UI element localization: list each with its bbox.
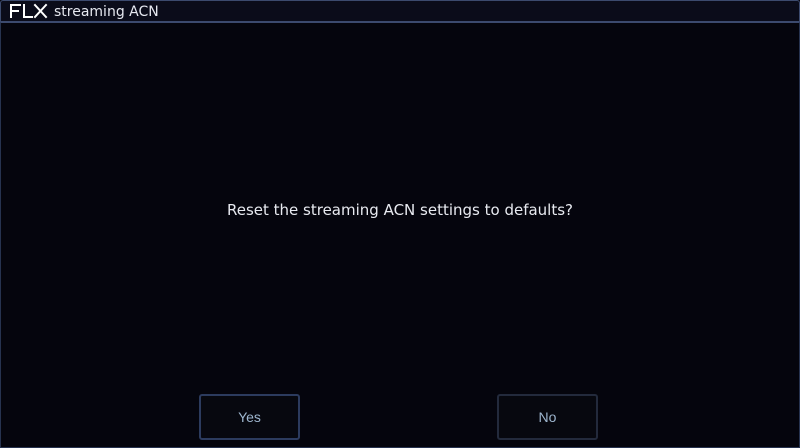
content-area [0, 22, 800, 448]
confirmation-message: Reset the streaming ACN settings to defa… [226, 201, 573, 219]
yes-button[interactable]: Yes [199, 394, 300, 440]
dialog-window: streaming ACN Reset the streaming ACN se… [0, 0, 800, 448]
title-bar: streaming ACN [0, 0, 800, 22]
no-button[interactable]: No [497, 394, 598, 440]
flx-logo-icon [10, 3, 48, 19]
window-title: streaming ACN [54, 4, 159, 20]
